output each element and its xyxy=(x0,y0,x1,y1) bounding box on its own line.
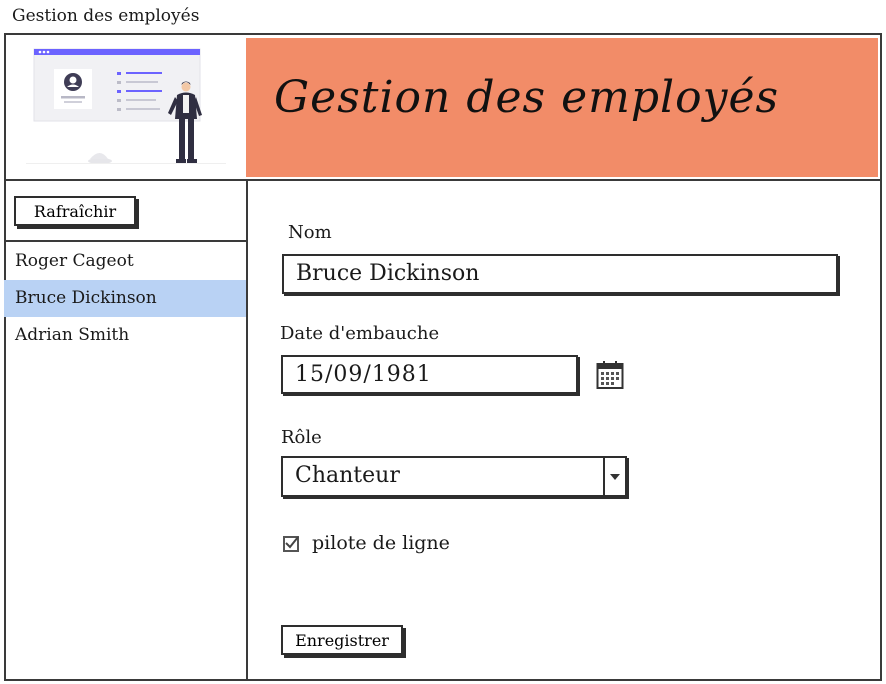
employee-list: Roger Cageot Bruce Dickinson Adrian Smit… xyxy=(4,243,246,354)
presentation-illustration-icon xyxy=(26,48,226,164)
pilot-checkbox[interactable] xyxy=(283,536,299,552)
role-select-value: Chanteur xyxy=(295,463,400,488)
save-button[interactable]: Enregistrer xyxy=(281,625,403,655)
date-input[interactable]: 15/09/1981 xyxy=(281,355,578,394)
role-label: Rôle xyxy=(281,427,322,448)
check-icon xyxy=(285,536,299,549)
nom-input[interactable]: Bruce Dickinson xyxy=(282,254,838,294)
header-illustration xyxy=(6,35,242,179)
window-title: Gestion des employés xyxy=(12,6,200,26)
pilot-label: pilote de ligne xyxy=(312,532,450,554)
nom-label: Nom xyxy=(288,222,332,243)
role-select[interactable]: Chanteur xyxy=(281,456,627,497)
page-title: Gestion des employés xyxy=(274,72,780,123)
window-title-bar: Gestion des employés xyxy=(0,0,886,34)
date-label: Date d'embauche xyxy=(280,323,440,344)
sidebar-divider xyxy=(4,240,248,242)
employee-list-item[interactable]: Adrian Smith xyxy=(4,317,246,354)
refresh-button[interactable]: Rafraîchir xyxy=(14,196,136,226)
calendar-icon[interactable] xyxy=(596,360,624,390)
header-banner: Gestion des employés xyxy=(246,38,878,177)
employee-list-item-selected[interactable]: Bruce Dickinson xyxy=(4,280,246,317)
chevron-down-icon[interactable] xyxy=(603,458,625,495)
employee-list-item[interactable]: Roger Cageot xyxy=(4,243,246,280)
